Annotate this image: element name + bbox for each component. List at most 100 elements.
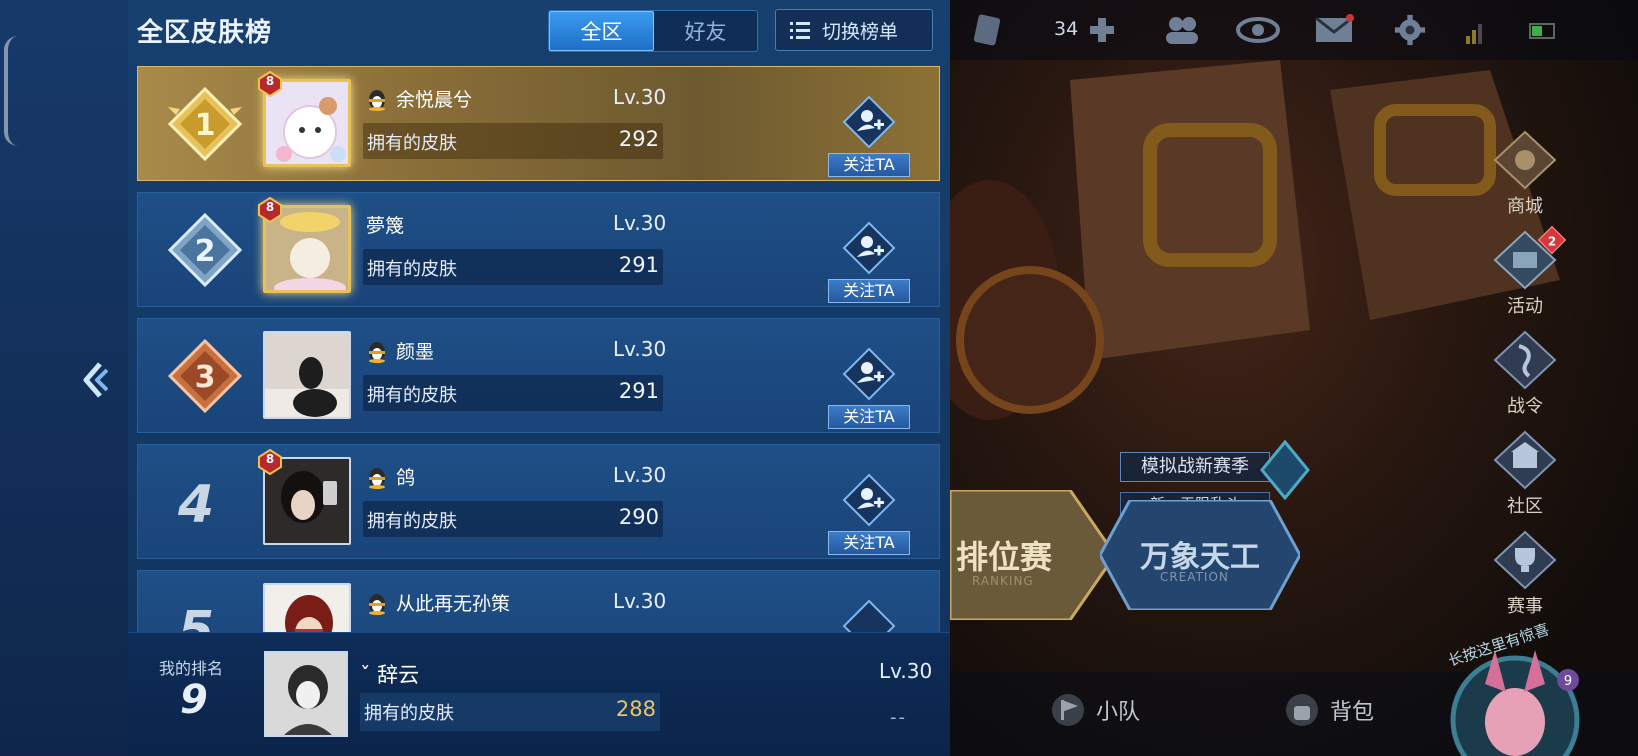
player-level: Lv.30 (613, 85, 667, 109)
flag-icon (1052, 694, 1084, 726)
player-name[interactable]: 鸽 (396, 463, 415, 490)
player-name-row: 颜墨 (366, 337, 434, 364)
ranked-mode-button[interactable]: 排位赛 RANKING (950, 490, 1120, 620)
tab-friends[interactable]: 好友 (654, 11, 757, 51)
tab-all-region[interactable]: 全区 (549, 11, 654, 51)
double-chevron-left-icon (83, 362, 109, 398)
seahorse-icon (1493, 330, 1557, 390)
left-strip (0, 0, 128, 756)
player-name[interactable]: 从此再无孙策 (396, 589, 510, 616)
my-rank-number: 9 (180, 677, 208, 723)
follow-button[interactable]: 关注TA (828, 95, 910, 179)
sidebar-item-shop[interactable]: 商城 (1490, 130, 1560, 220)
list-icon (790, 21, 810, 39)
rank-number: 5 (178, 601, 215, 632)
my-rank-label: 我的排名 (159, 659, 224, 678)
follow-label: 关注TA (828, 531, 910, 555)
mail-icon[interactable] (1314, 14, 1354, 46)
qq-penguin-icon (369, 89, 385, 111)
page-title: 全区皮肤榜 (137, 18, 273, 48)
sidebar-item-tournament[interactable]: 赛事 (1490, 530, 1560, 620)
skin-count-value: 291 (618, 253, 659, 277)
collapse-panel-button[interactable] (80, 360, 109, 400)
avatar-image (265, 333, 349, 417)
sidebar-label-tournament: 赛事 (1507, 596, 1543, 617)
leaderboard-row[interactable]: 2 8 夢篾 Lv.30 拥有的皮肤 291 关注TA (137, 192, 940, 307)
vip-badge-icon (258, 71, 282, 97)
phoenix-emblem-icon (1260, 440, 1310, 500)
leaderboard-row[interactable]: 4 8 鸽 Lv.30 拥有的皮肤 290 关注TA (137, 444, 940, 559)
player-name-row: 从此再无孙策 (366, 589, 510, 616)
player-name[interactable]: 夢篾 (366, 211, 404, 238)
follow-label: 关注TA (828, 153, 910, 177)
sidebar-item-community[interactable]: 社区 (1490, 430, 1560, 520)
vip-badge-icon (258, 449, 282, 475)
skin-count-label: 拥有的皮肤 (367, 259, 457, 280)
bag-icon (1286, 694, 1318, 726)
my-rank-bar: 我的排名 9 ˇ 辞云 Lv.30 拥有的皮肤 288 -- (128, 632, 950, 756)
gold-rank-badge-icon: 1 (167, 86, 243, 162)
skin-count-bar: 拥有的皮肤 290 (363, 501, 663, 537)
switch-board-button[interactable]: 切换榜单 (775, 9, 933, 51)
my-avatar[interactable] (264, 651, 348, 737)
gear-icon[interactable] (1392, 14, 1428, 46)
avatar[interactable] (263, 331, 351, 419)
season-title: 模拟战新赛季 (1120, 452, 1270, 482)
creation-mode-button[interactable]: 万象天工 CREATION (1100, 500, 1300, 610)
player-name[interactable]: 余悦晨兮 (396, 85, 472, 112)
player-name[interactable]: 颜墨 (396, 337, 434, 364)
leaderboard-list[interactable]: 1 8 余悦晨兮 Lv.30 拥有的皮肤 292 关注TA 2 8 夢篾 Lv.… (137, 66, 940, 632)
eye-icon[interactable] (1236, 14, 1280, 46)
follow-button[interactable] (828, 599, 910, 632)
avatar-image (266, 653, 346, 735)
skin-leaderboard-panel: 全区皮肤榜 全区 好友 切换榜单 1 8 余悦晨兮 Lv.30 拥有的皮肤 29… (128, 0, 950, 756)
leaderboard-row[interactable]: 3 颜墨 Lv.30 拥有的皮肤 291 关注TA (137, 318, 940, 433)
svg-text:3: 3 (195, 360, 216, 395)
follow-button[interactable]: 关注TA (828, 221, 910, 305)
team-button[interactable]: 小队 (1050, 692, 1140, 728)
friends-icon[interactable] (1162, 14, 1202, 46)
my-skin-count-value: 288 (615, 697, 656, 721)
rank-number: 4 (178, 475, 215, 535)
qq-penguin-icon (369, 467, 385, 489)
team-label: 小队 (1096, 700, 1141, 725)
player-level: Lv.30 (613, 589, 667, 613)
sidebar-label-community: 社区 (1507, 496, 1543, 517)
vip-badge-icon (258, 197, 282, 223)
switch-board-label: 切换榜单 (822, 20, 899, 43)
bag-button[interactable]: 背包 (1284, 692, 1374, 728)
player-level: Lv.30 (613, 463, 667, 487)
follow-button[interactable]: 关注TA (828, 473, 910, 557)
sidebar-item-events[interactable]: 活动 2 (1490, 225, 1567, 320)
player-name-row: 余悦晨兮 (366, 85, 472, 112)
add-friend-icon (842, 221, 896, 275)
avatar[interactable] (263, 583, 351, 632)
player-name-row: 夢篾 (366, 211, 404, 238)
sidebar-item-battle-pass[interactable]: 战令 (1490, 330, 1560, 420)
leaderboard-row[interactable]: 1 8 余悦晨兮 Lv.30 拥有的皮肤 292 关注TA (137, 66, 940, 181)
edge-arc (4, 36, 18, 146)
card-icon[interactable] (972, 14, 1002, 46)
trophy-icon (1493, 530, 1557, 590)
shop-icon (1493, 130, 1557, 190)
hero-avatar-button[interactable]: 9 长按这里有惊喜 (1440, 620, 1590, 756)
lobby-top-bar: 34 (950, 0, 1638, 60)
signal-icon (1466, 24, 1482, 44)
player-level: Lv.30 (613, 337, 667, 361)
bronze-rank-badge-icon: 3 (167, 338, 243, 414)
plus-icon[interactable] (1086, 14, 1118, 46)
follow-button[interactable]: 关注TA (828, 347, 910, 431)
creation-en-label: CREATION (1160, 570, 1229, 584)
add-friend-icon (842, 473, 896, 527)
skin-count-bar: 拥有的皮肤 291 (363, 375, 663, 411)
bag-label: 背包 (1330, 700, 1375, 725)
skin-count-label: 拥有的皮肤 (367, 385, 457, 406)
leaderboard-row[interactable]: 5 从此再无孙策 Lv.30 (137, 570, 940, 632)
sidebar-label-shop: 商城 (1507, 196, 1543, 217)
game-lobby-background: 34 商城 活动 2 战令 社区 赛事 模拟战新赛季 排位赛 RANKING 万… (950, 0, 1638, 756)
app-root: 全区皮肤榜 全区 好友 切换榜单 1 8 余悦晨兮 Lv.30 拥有的皮肤 29… (0, 0, 1638, 756)
qq-penguin-icon (369, 341, 385, 363)
my-rank-change: -- (890, 707, 907, 728)
avatar-image (265, 585, 349, 632)
skin-count-value: 292 (618, 127, 659, 151)
